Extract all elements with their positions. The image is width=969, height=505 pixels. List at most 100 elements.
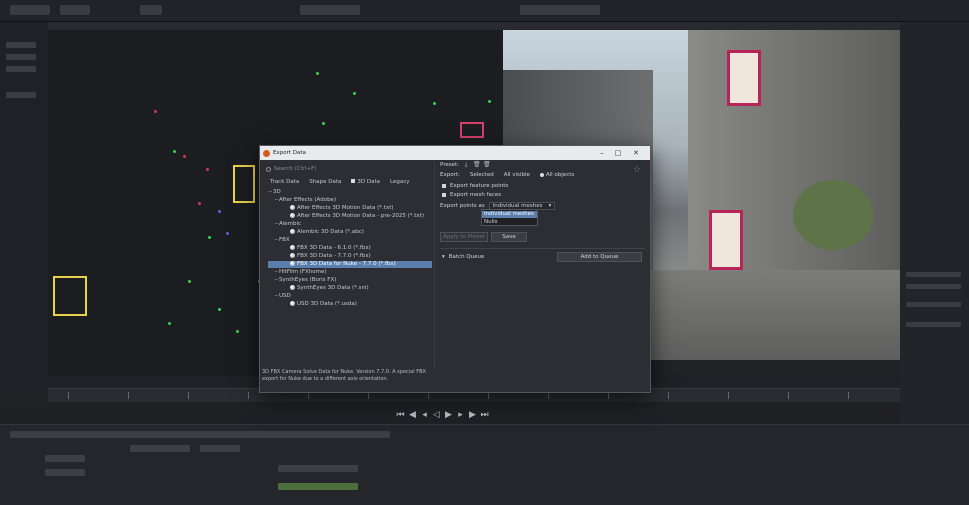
format-list-pane: Search (Ctrl+F) Track Data Shape Data 3D… bbox=[264, 162, 435, 367]
checkbox-feature-points[interactable]: Export feature points bbox=[442, 183, 508, 189]
search-field[interactable]: Search (Ctrl+F) bbox=[266, 164, 432, 174]
tab-shape-data[interactable]: Shape Data bbox=[309, 179, 341, 185]
divider bbox=[440, 248, 645, 249]
close-icon[interactable]: ✕ bbox=[630, 148, 642, 158]
panel-button[interactable] bbox=[278, 465, 358, 472]
minimize-icon[interactable]: – bbox=[596, 148, 608, 158]
timeline-tick bbox=[668, 392, 669, 399]
radio-selected[interactable]: Selected bbox=[470, 172, 494, 178]
tool-button[interactable] bbox=[6, 92, 36, 98]
step-back-icon[interactable]: ◂ bbox=[420, 410, 429, 420]
search-icon bbox=[266, 166, 271, 172]
panel-progress bbox=[278, 483, 358, 490]
format-tree: −3D −After Effects (Adobe) After Effects… bbox=[266, 189, 434, 354]
tool-button[interactable] bbox=[6, 54, 36, 60]
tool-button[interactable] bbox=[6, 42, 36, 48]
delete-icon[interactable]: 🗑 bbox=[473, 162, 481, 168]
camera-frustum[interactable] bbox=[233, 165, 255, 203]
app-logo-icon bbox=[263, 149, 270, 157]
tree-group[interactable]: −USD bbox=[274, 293, 291, 300]
tool-button[interactable] bbox=[6, 66, 36, 72]
camera-frustum[interactable] bbox=[53, 276, 87, 316]
prev-key-icon[interactable]: ◀ bbox=[408, 410, 417, 420]
dialog-title: Export Data bbox=[273, 150, 306, 156]
checkbox-icon bbox=[442, 193, 446, 197]
toolbar-tab[interactable] bbox=[300, 5, 360, 15]
radio-all-objects[interactable]: All objects bbox=[539, 172, 574, 178]
timeline-tick bbox=[608, 392, 609, 399]
toolbar-tab[interactable] bbox=[140, 5, 162, 15]
radio-all-visible[interactable]: All visible bbox=[504, 172, 530, 178]
tree-item[interactable]: USD 3D Data (*.usda) bbox=[290, 301, 357, 308]
tab-legacy[interactable]: Legacy bbox=[390, 179, 410, 185]
favorite-star-icon[interactable]: ☆ bbox=[633, 165, 641, 175]
first-frame-icon[interactable]: ⏮ bbox=[396, 410, 405, 420]
timeline-tick bbox=[308, 392, 309, 399]
dialog-titlebar[interactable]: Export Data – □ ✕ bbox=[260, 146, 650, 160]
play-icon[interactable]: ▶ bbox=[444, 410, 453, 420]
format-icon bbox=[290, 285, 295, 290]
bottom-panels bbox=[0, 424, 969, 505]
tree-group[interactable]: −SynthEyes (Boris FX) bbox=[274, 277, 336, 284]
panel-tab-row[interactable] bbox=[10, 431, 390, 438]
panel-row[interactable] bbox=[906, 284, 961, 289]
panel-field[interactable] bbox=[200, 445, 240, 452]
tree-item[interactable]: SynthEyes 3D Data (*.sni) bbox=[290, 285, 369, 292]
track-point bbox=[168, 322, 171, 325]
tree-item[interactable]: After Effects 3D Motion Data (*.txt) bbox=[290, 205, 394, 212]
track-point bbox=[488, 100, 491, 103]
format-icon bbox=[290, 261, 295, 266]
apply-to-preset-button[interactable]: Apply to Preset bbox=[440, 232, 488, 242]
timeline-tick bbox=[368, 392, 369, 399]
tree-item[interactable]: FBX 3D Data - 6.1.0 (*.fbx) bbox=[290, 245, 371, 252]
panel-row[interactable] bbox=[906, 322, 961, 327]
toolbar-tab[interactable] bbox=[60, 5, 90, 15]
track-point bbox=[226, 232, 229, 235]
batch-queue-toggle[interactable]: ▾ Batch Queue bbox=[442, 254, 484, 260]
chevron-down-icon: ▾ bbox=[548, 203, 552, 209]
preset-label: Preset: bbox=[440, 162, 460, 168]
maximize-icon[interactable]: □ bbox=[612, 148, 624, 158]
panel-button[interactable] bbox=[45, 455, 85, 462]
tab-track-data[interactable]: Track Data bbox=[270, 179, 299, 185]
trash-icon[interactable]: 🗑 bbox=[483, 162, 491, 168]
panel-row[interactable] bbox=[906, 272, 961, 277]
timeline-tick bbox=[488, 392, 489, 399]
tree-group[interactable]: −HitFilm (FXhome) bbox=[274, 269, 327, 276]
camera-frustum[interactable] bbox=[460, 122, 484, 138]
chevron-down-icon: ▾ bbox=[442, 254, 445, 260]
preset-row: Preset: ⤓ 🗑 🗑 bbox=[440, 162, 491, 169]
tree-group[interactable]: −After Effects (Adobe) bbox=[274, 197, 336, 204]
tree-item[interactable]: Alembic 3D Data (*.abc) bbox=[290, 229, 364, 236]
save-button[interactable]: Save bbox=[491, 232, 527, 242]
download-icon[interactable]: ⤓ bbox=[463, 162, 469, 168]
track-point bbox=[198, 202, 201, 205]
track-point bbox=[236, 330, 239, 333]
timeline-tick bbox=[788, 392, 789, 399]
dropdown-option[interactable]: Individual meshes bbox=[482, 211, 537, 218]
export-label: Export: bbox=[440, 172, 460, 178]
tree-item-selected[interactable]: FBX 3D Data for Nuke - 7.7.0 (*.fbx) bbox=[268, 261, 432, 268]
dropdown-option[interactable]: Nulls bbox=[482, 219, 537, 226]
checkbox-mesh-faces[interactable]: Export mesh faces bbox=[442, 192, 501, 198]
search-placeholder: Search (Ctrl+F) bbox=[274, 166, 317, 172]
right-panel bbox=[900, 22, 969, 442]
tree-item[interactable]: FBX 3D Data - 7.7.0 (*.fbx) bbox=[290, 253, 371, 260]
last-frame-icon[interactable]: ⏭ bbox=[480, 410, 489, 420]
tree-group[interactable]: −FBX bbox=[274, 237, 290, 244]
tab-3d-data[interactable]: 3D Data bbox=[351, 179, 380, 185]
play-reverse-icon[interactable]: ◁ bbox=[432, 410, 441, 420]
step-forward-icon[interactable]: ▸ bbox=[456, 410, 465, 420]
tree-group[interactable]: −3D bbox=[268, 189, 281, 196]
next-key-icon[interactable]: ▶ bbox=[468, 410, 477, 420]
track-point bbox=[206, 168, 209, 171]
panel-field[interactable] bbox=[130, 445, 190, 452]
tree-group[interactable]: −Alembic bbox=[274, 221, 301, 228]
footage-shop-sign bbox=[727, 50, 761, 106]
toolbar-tab[interactable] bbox=[10, 5, 50, 15]
tree-item[interactable]: After Effects 3D Motion Data - pre-2025 … bbox=[290, 213, 424, 220]
toolbar-tab[interactable] bbox=[520, 5, 600, 15]
add-to-queue-button[interactable]: Add to Queue bbox=[557, 252, 642, 262]
panel-row[interactable] bbox=[906, 302, 961, 307]
panel-button[interactable] bbox=[45, 469, 85, 476]
